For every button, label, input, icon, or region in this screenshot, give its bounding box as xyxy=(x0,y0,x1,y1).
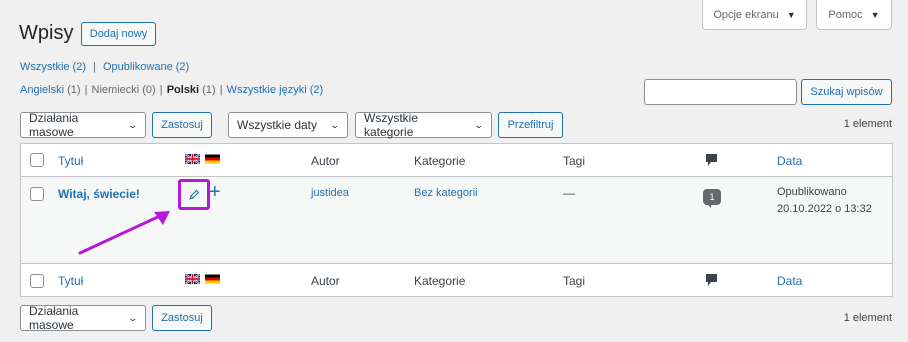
lang-german-text: Niemiecki (0) xyxy=(91,84,156,96)
uk-flag-icon xyxy=(185,154,200,164)
column-categories-footer: Kategorie xyxy=(414,274,466,288)
chevron-down-icon: ⌄ xyxy=(127,312,139,323)
uk-flag-icon xyxy=(185,274,200,284)
edit-translation-button[interactable] xyxy=(178,179,210,210)
bulk-actions-value: Działania masowe xyxy=(29,111,79,139)
categories-select[interactable]: Wszystkie kategorie ⌄ xyxy=(355,111,492,139)
post-category-link[interactable]: Bez kategorii xyxy=(414,187,478,199)
select-all-checkbox-footer[interactable] xyxy=(30,274,44,288)
apply-button[interactable]: Zastosuj xyxy=(152,112,212,138)
post-title-link[interactable]: Witaj, świecie! xyxy=(58,187,140,201)
column-categories-header: Kategorie xyxy=(414,154,466,168)
de-flag-icon xyxy=(205,154,220,164)
search-posts-button[interactable]: Szukaj wpisów xyxy=(801,79,892,105)
status-filter: Wszystkie (2) | Opublikowane (2) xyxy=(20,61,189,73)
items-count: 1 element xyxy=(843,118,892,130)
screen-options-label: Opcje ekranu xyxy=(713,8,779,21)
chevron-down-icon: ⌄ xyxy=(127,119,139,130)
chevron-down-icon: ⌄ xyxy=(473,119,485,130)
dates-select[interactable]: Wszystkie daty ⌄ xyxy=(228,112,348,138)
row-checkbox[interactable] xyxy=(30,187,44,201)
post-tags: — xyxy=(563,186,575,200)
lang-english-count: (1) xyxy=(67,84,81,96)
lang-polish-count: (1) xyxy=(202,84,216,96)
page-title: Wpisy xyxy=(19,22,74,44)
items-count-bottom: 1 element xyxy=(843,312,892,324)
de-flag-icon xyxy=(205,274,220,284)
column-tags-header: Tagi xyxy=(563,154,586,168)
dates-value: Wszystkie daty xyxy=(237,118,318,132)
annotation-arrow xyxy=(78,211,170,255)
screen-options-button[interactable]: Opcje ekranu ▼ xyxy=(702,0,807,30)
add-new-button[interactable]: Dodaj nowy xyxy=(81,22,156,46)
column-author-header: Autor xyxy=(311,154,340,168)
caret-down-icon: ▼ xyxy=(786,9,796,20)
help-button[interactable]: Pomoc ▼ xyxy=(816,0,892,30)
table-header-row: Tytuł Autor Kategorie Tagi Data xyxy=(21,144,892,177)
bulk-actions-value: Działania masowe xyxy=(29,304,79,332)
column-tags-footer: Tagi xyxy=(563,274,586,288)
lang-english-link[interactable]: Angielski xyxy=(20,84,64,96)
column-date-footer[interactable]: Data xyxy=(777,274,802,288)
search-input[interactable] xyxy=(644,79,797,105)
comment-icon xyxy=(706,274,717,286)
comment-bubble-tail xyxy=(707,204,711,208)
table-footer-row: Tytuł Autor Kategorie Tagi Data xyxy=(21,264,892,297)
column-title-header[interactable]: Tytuł xyxy=(58,154,83,168)
filter-button[interactable]: Przefiltruj xyxy=(498,112,563,138)
lang-all-link[interactable]: Wszystkie języki (2) xyxy=(227,84,324,96)
separator: | xyxy=(93,61,96,73)
add-translation-plus-icon[interactable]: + xyxy=(209,181,221,204)
lang-polish-current: Polski xyxy=(166,84,200,96)
column-author-footer: Autor xyxy=(311,274,340,288)
chevron-down-icon: ⌄ xyxy=(329,119,341,130)
column-date-header[interactable]: Data xyxy=(777,154,802,168)
comment-count: 1 xyxy=(709,192,715,202)
post-status: Opublikowano xyxy=(777,186,847,198)
help-label: Pomoc xyxy=(828,8,863,21)
caret-down-icon: ▼ xyxy=(870,9,880,20)
apply-button-bottom[interactable]: Zastosuj xyxy=(152,305,212,331)
language-filter: Angielski (1) | Niemiecki (0) | Polski (… xyxy=(20,84,324,96)
pencil-icon xyxy=(189,189,200,200)
post-date: 20.10.2022 o 13:32 xyxy=(777,203,872,215)
select-all-checkbox[interactable] xyxy=(30,153,44,167)
bulk-actions-select-bottom[interactable]: Działania masowe ⌄ xyxy=(20,304,146,332)
post-author-link[interactable]: justidea xyxy=(311,187,349,199)
comment-icon xyxy=(706,154,717,166)
filter-all-link[interactable]: Wszystkie (2) xyxy=(20,61,86,73)
comment-count-bubble[interactable]: 1 xyxy=(703,189,721,205)
bulk-actions-select[interactable]: Działania masowe ⌄ xyxy=(20,111,146,139)
column-title-footer[interactable]: Tytuł xyxy=(58,274,83,288)
filter-published-link[interactable]: Opublikowane (2) xyxy=(103,61,189,73)
categories-value: Wszystkie kategorie xyxy=(364,111,418,139)
